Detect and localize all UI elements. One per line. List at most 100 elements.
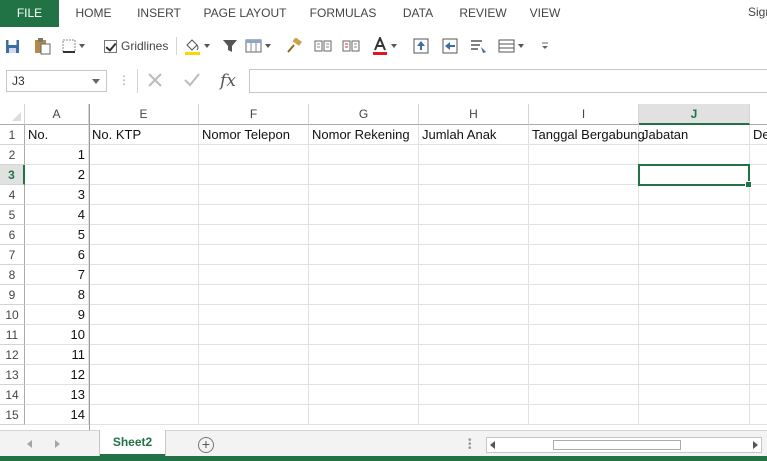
text-format-button[interactable] [470,36,487,56]
grid-cell[interactable] [309,205,419,225]
grid-cell[interactable] [199,305,309,325]
row-header[interactable]: 3 [0,165,25,185]
column-header[interactable]: F [199,104,309,125]
grid-cell[interactable] [89,385,199,405]
fill-color-button[interactable] [184,36,210,56]
grid-cell[interactable] [199,205,309,225]
grid-cell[interactable] [639,305,750,325]
grid-cell[interactable] [199,225,309,245]
grid-cell[interactable] [639,185,750,205]
grid-cell[interactable] [419,185,529,205]
grid-cell[interactable] [750,185,767,205]
row-header[interactable]: 13 [0,365,25,385]
grid-cell[interactable] [89,145,199,165]
grid-cell[interactable] [309,325,419,345]
header-cell[interactable]: No. KTP [89,125,199,145]
header-cell[interactable]: Nomor Telepon [199,125,309,145]
header-cell[interactable]: Jumlah Anak [419,125,529,145]
horizontal-scrollbar[interactable] [486,437,762,453]
grid-cell[interactable] [419,225,529,245]
grid-cell[interactable] [89,405,199,425]
grid-cell[interactable] [89,285,199,305]
filter-button[interactable] [222,36,238,56]
paste-button[interactable] [33,36,51,56]
grid-cell[interactable] [419,345,529,365]
grid-cell[interactable] [639,245,750,265]
grid-cell[interactable] [750,265,767,285]
grid-cell[interactable] [529,285,639,305]
number-cell[interactable]: 10 [25,325,89,345]
grid-cell[interactable] [639,285,750,305]
row-header[interactable]: 4 [0,185,25,205]
tab-data[interactable]: DATA [392,0,444,27]
scroll-left-icon[interactable] [490,441,495,449]
grid-cell[interactable] [639,205,750,225]
number-cell[interactable]: 1 [25,145,89,165]
grid-cell[interactable] [419,325,529,345]
grid-cell[interactable] [89,325,199,345]
grid-cell[interactable] [639,165,750,185]
grid-cell[interactable] [199,365,309,385]
row-header[interactable]: 8 [0,265,25,285]
insert-function-button[interactable]: fx [216,70,240,92]
grid-cell[interactable] [89,205,199,225]
chevron-down-icon[interactable] [92,79,100,84]
grid-cell[interactable] [529,405,639,425]
header-cell[interactable]: Nomor Rekening [309,125,419,145]
number-cell[interactable]: 12 [25,365,89,385]
grid-cell[interactable] [309,345,419,365]
number-cell[interactable]: 3 [25,185,89,205]
grid-cell[interactable] [750,365,767,385]
row-header[interactable]: 9 [0,285,25,305]
row-header[interactable]: 1 [0,125,25,145]
grid-cell[interactable] [419,365,529,385]
row-header[interactable]: 10 [0,305,25,325]
grid-cell[interactable] [199,345,309,365]
grid-cell[interactable] [529,145,639,165]
grid-cell[interactable] [639,385,750,405]
row-header[interactable]: 12 [0,345,25,365]
grid-cell[interactable] [199,165,309,185]
grid-cell[interactable] [419,305,529,325]
number-cell[interactable]: 6 [25,245,89,265]
header-cell[interactable]: Tanggal Bergabung [529,125,645,145]
row-header[interactable]: 6 [0,225,25,245]
grid-cell[interactable] [89,185,199,205]
upload-button[interactable] [413,36,429,56]
number-cell[interactable]: 2 [25,165,89,185]
grid-cell[interactable] [199,385,309,405]
save-button[interactable] [5,36,20,56]
borders-button[interactable] [62,36,85,56]
grid-cell[interactable] [529,185,639,205]
formula-input[interactable] [249,69,767,93]
worksheet-grid[interactable]: A E F G H I J 1 No. No. KTP Nomor Telepon Nomor Rek… [0,104,767,430]
tab-view[interactable]: VIEW [522,0,568,27]
grid-cell[interactable] [199,265,309,285]
header-cell[interactable]: De [750,125,767,145]
grid-cell[interactable] [199,325,309,345]
gridlines-toggle[interactable]: Gridlines [104,36,168,56]
grid-cell[interactable] [639,325,750,345]
grid-cell[interactable] [750,405,767,425]
grid-cell[interactable] [309,365,419,385]
tab-splitter-handle[interactable]: • • • [468,436,472,454]
grid-cell[interactable] [529,225,639,245]
number-cell[interactable]: 13 [25,385,89,405]
column-header[interactable]: A [25,104,89,125]
name-box[interactable]: J3 [6,70,107,92]
grid-cell[interactable] [529,205,639,225]
row-header[interactable]: 14 [0,385,25,405]
add-sheet-button[interactable]: + [198,437,214,453]
grid-cell[interactable] [89,265,199,285]
format-table-button[interactable] [245,36,271,56]
number-cell[interactable]: 5 [25,225,89,245]
grid-cell[interactable] [199,245,309,265]
column-header[interactable]: E [89,104,199,125]
layout-button[interactable] [498,36,524,56]
tab-home[interactable]: HOME [66,0,121,27]
row-header[interactable]: 11 [0,325,25,345]
grid-cell[interactable] [419,285,529,305]
grid-cell[interactable] [199,405,309,425]
row-header[interactable]: 2 [0,145,25,165]
font-color-button[interactable] [372,36,397,56]
